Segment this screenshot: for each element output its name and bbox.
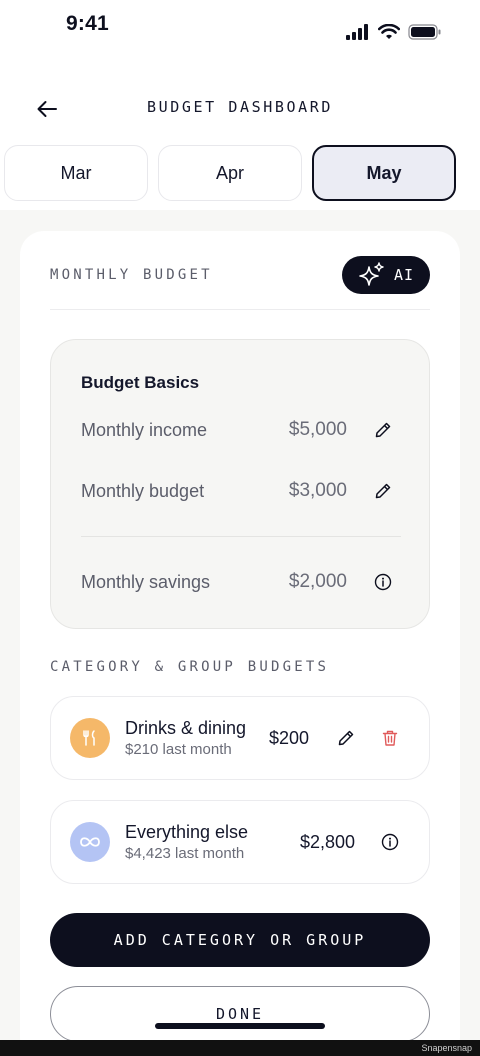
home-indicator	[155, 1023, 325, 1029]
category-amount: $2,800	[300, 832, 356, 852]
savings-info-button[interactable]	[373, 572, 393, 592]
add-category-button[interactable]: ADD CATEGORY OR GROUP	[50, 913, 430, 967]
info-icon	[374, 573, 392, 591]
category-last-month: $210 last month	[125, 741, 232, 758]
footer-bar	[0, 1040, 480, 1056]
month-tabs: Mar Apr May	[4, 145, 456, 201]
status-icons	[346, 24, 442, 40]
delete-category-button[interactable]	[380, 728, 400, 748]
watermark: Snapensnap	[421, 1043, 472, 1053]
sparkle-icon	[359, 262, 384, 286]
monthly-savings-label: Monthly savings	[81, 572, 211, 592]
ai-button-label: AI	[393, 266, 415, 284]
monthly-income-label: Monthly income	[81, 420, 208, 440]
pencil-icon	[375, 422, 391, 438]
category-card-everything-else[interactable]: Everything else $4,423 last month $2,800	[50, 800, 430, 884]
edit-budget-button[interactable]	[373, 481, 393, 501]
ai-button[interactable]: AI	[342, 256, 430, 294]
category-name: Drinks & dining	[125, 718, 247, 738]
monthly-budget-title: MONTHLY BUDGET	[50, 267, 213, 283]
monthly-income-value: $5,000	[288, 419, 347, 440]
wifi-icon	[378, 24, 400, 39]
basics-divider	[81, 536, 401, 537]
monthly-budget-value: $3,000	[288, 480, 347, 501]
tab-may[interactable]: May	[312, 145, 456, 201]
page-title: BUDGET DASHBOARD	[146, 98, 334, 116]
divider	[50, 309, 430, 310]
category-icon-everything	[70, 822, 110, 862]
pencil-icon	[375, 483, 391, 499]
monthly-savings-value: $2,000	[288, 571, 347, 592]
category-last-month: $4,423 last month	[125, 845, 245, 862]
category-name: Everything else	[125, 822, 249, 842]
tab-apr[interactable]: Apr	[158, 145, 302, 201]
status-time: 9:41	[66, 12, 109, 35]
done-button[interactable]: DONE	[50, 986, 430, 1042]
info-icon	[381, 833, 399, 851]
pencil-icon	[338, 730, 354, 746]
category-amount: $200	[269, 728, 310, 748]
trash-icon	[382, 730, 398, 746]
category-icon-drinks	[70, 718, 110, 758]
signal-icon	[346, 24, 368, 40]
tab-mar[interactable]: Mar	[4, 145, 148, 201]
budget-basics-title: Budget Basics	[81, 373, 200, 392]
category-card-drinks-dining[interactable]: Drinks & dining $210 last month $200	[50, 696, 430, 780]
battery-icon	[408, 24, 441, 40]
category-info-button[interactable]	[380, 832, 400, 852]
edit-category-button[interactable]	[336, 728, 356, 748]
monthly-budget-label: Monthly budget	[81, 481, 205, 501]
status-bar: 9:41	[0, 0, 480, 56]
edit-income-button[interactable]	[373, 420, 393, 440]
category-budgets-title: CATEGORY & GROUP BUDGETS	[50, 659, 330, 675]
budget-basics-card: Budget Basics Monthly income $5,000 Mont…	[50, 339, 430, 629]
infinity-icon	[80, 837, 100, 847]
fork-knife-icon	[83, 730, 95, 746]
header: BUDGET DASHBOARD	[0, 86, 480, 130]
